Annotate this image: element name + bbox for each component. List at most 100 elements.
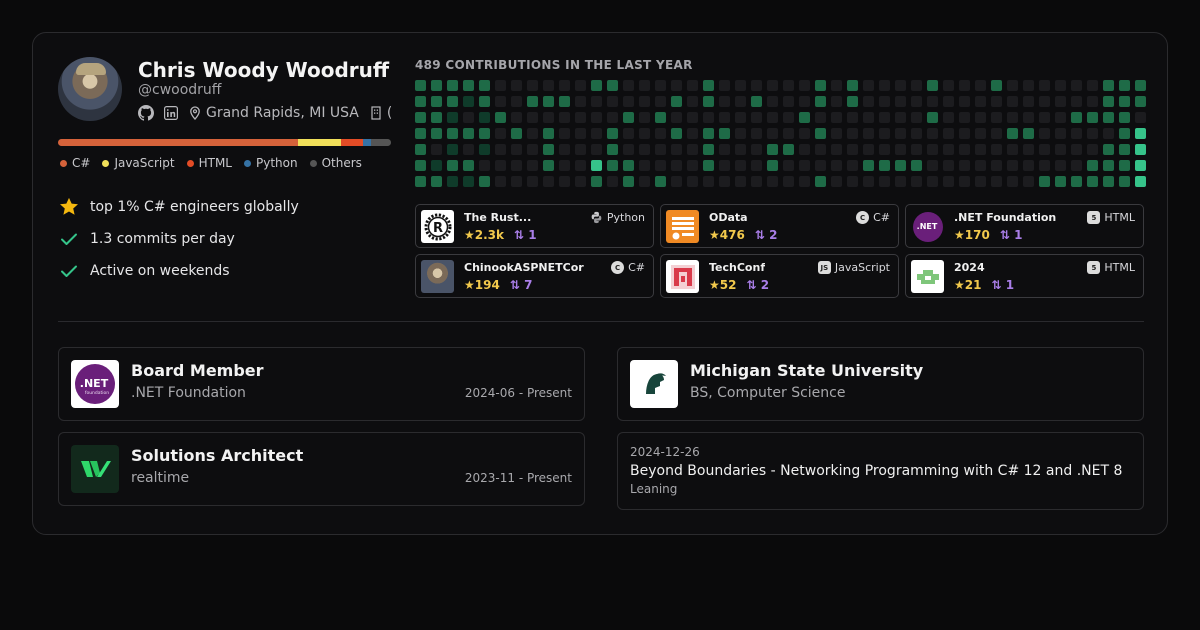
contribution-cell (783, 112, 794, 123)
repo-card[interactable]: .NET .NET Foundation 5 HTML ★170 ⇅ 1 (905, 204, 1144, 248)
contribution-cell (719, 112, 730, 123)
stat-weekends: Active on weekends (58, 255, 299, 287)
contribution-cell (943, 112, 954, 123)
contribution-cell (943, 80, 954, 91)
contribution-cell (687, 128, 698, 139)
contribution-cell (847, 96, 858, 107)
contribution-cell (671, 80, 682, 91)
pr-icon: ⇅ (754, 228, 765, 242)
contribution-cell (495, 96, 506, 107)
contribution-cell (559, 128, 570, 139)
contribution-cell (943, 128, 954, 139)
github-icon[interactable] (138, 105, 154, 121)
contribution-cell (415, 160, 426, 171)
contribution-cell (1023, 160, 1034, 171)
linkedin-icon[interactable] (164, 106, 178, 120)
star-count: ★2.3k (464, 228, 504, 242)
contribution-cell (895, 160, 906, 171)
talk-title[interactable]: Beyond Boundaries - Networking Programmi… (630, 463, 1122, 479)
language-legend-item: HTML (186, 156, 232, 170)
pr-count: ⇅ 1 (514, 228, 537, 242)
contribution-cell (479, 80, 490, 91)
talk-date: 2024-12-26 (630, 445, 700, 459)
pr-value: 1 (1005, 278, 1015, 292)
repo-card[interactable]: OData C C# ★476 ⇅ 2 (660, 204, 899, 248)
star-count: ★476 (709, 228, 745, 242)
contribution-cell (607, 112, 618, 123)
spartan-logo (630, 360, 678, 408)
contribution-cell (735, 128, 746, 139)
contribution-cell (927, 176, 938, 187)
repo-card[interactable]: 2024 5 HTML ★21 ⇅ 1 (905, 254, 1144, 298)
net-logo-text: .NET (80, 377, 109, 390)
contribution-cell (575, 96, 586, 107)
language-bar-segment (58, 139, 298, 146)
pr-icon: ⇅ (514, 228, 525, 242)
repo-name[interactable]: ChinookASPNETCoreA (464, 261, 584, 274)
star-value: 21 (964, 278, 982, 292)
contribution-cell (1055, 176, 1066, 187)
contribution-cell (431, 176, 442, 187)
star-value: 2.3k (474, 228, 505, 242)
contribution-cell (1023, 96, 1034, 107)
talk-item[interactable]: 2024-12-26 Beyond Boundaries - Networkin… (617, 432, 1144, 510)
contribution-cell (735, 144, 746, 155)
contribution-cell (687, 160, 698, 171)
contribution-cell (543, 96, 554, 107)
contribution-cell (527, 96, 538, 107)
star-count: ★52 (709, 278, 736, 292)
contribution-cell (463, 80, 474, 91)
contribution-cell (719, 160, 730, 171)
contribution-graph (415, 80, 1146, 187)
contribution-cell (847, 112, 858, 123)
contribution-cell (975, 176, 986, 187)
repo-name[interactable]: OData (709, 211, 748, 224)
contribution-cell (991, 128, 1002, 139)
contribution-cell (623, 96, 634, 107)
contribution-cell (943, 144, 954, 155)
contribution-cell (767, 80, 778, 91)
experience-date: 2024-06 - Present (464, 386, 572, 400)
contribution-cell (959, 80, 970, 91)
experience-date: 2023-11 - Present (464, 471, 572, 485)
language-dot (102, 159, 110, 167)
contribution-cell (735, 80, 746, 91)
repo-name[interactable]: The Rust... (464, 211, 531, 224)
repo-name[interactable]: TechConf (709, 261, 765, 274)
contribution-cell (1103, 144, 1114, 155)
contribution-cell (687, 112, 698, 123)
contribution-cell (1071, 80, 1082, 91)
contribution-cell (1087, 144, 1098, 155)
contribution-cell (1039, 160, 1050, 171)
star-value: 52 (719, 278, 737, 292)
contribution-cell (463, 176, 474, 187)
contribution-cell (511, 80, 522, 91)
contribution-cell (687, 96, 698, 107)
contribution-cell (927, 80, 938, 91)
repo-card[interactable]: R The Rust... Python ★2.3k ⇅ 1 (415, 204, 654, 248)
contribution-cell (1023, 144, 1034, 155)
repo-name[interactable]: 2024 (954, 261, 985, 274)
contribution-cell (655, 176, 666, 187)
contribution-cell (1135, 96, 1146, 107)
contribution-cell (1023, 128, 1034, 139)
contribution-cell (799, 176, 810, 187)
contribution-cell (479, 176, 490, 187)
contribution-cell (495, 80, 506, 91)
repo-name[interactable]: .NET Foundation (954, 211, 1056, 224)
repo-language-text: HTML (1104, 261, 1135, 274)
stat-weekends-text: Active on weekends (90, 263, 230, 279)
pr-icon: ⇅ (991, 278, 1002, 292)
contribution-cell (623, 176, 634, 187)
repo-language-text: C# (628, 261, 645, 274)
contribution-cell (415, 144, 426, 155)
star-value: 194 (474, 278, 500, 292)
contribution-cell (1023, 112, 1034, 123)
check-icon (58, 229, 80, 249)
pr-value: 7 (524, 278, 533, 292)
repo-card[interactable]: TechConf JS JavaScript ★52 ⇅ 2 (660, 254, 899, 298)
contribution-cell (703, 112, 714, 123)
contribution-cell (1103, 176, 1114, 187)
contribution-cell (703, 176, 714, 187)
repo-card[interactable]: ChinookASPNETCoreA C C# ★194 ⇅ 7 (415, 254, 654, 298)
